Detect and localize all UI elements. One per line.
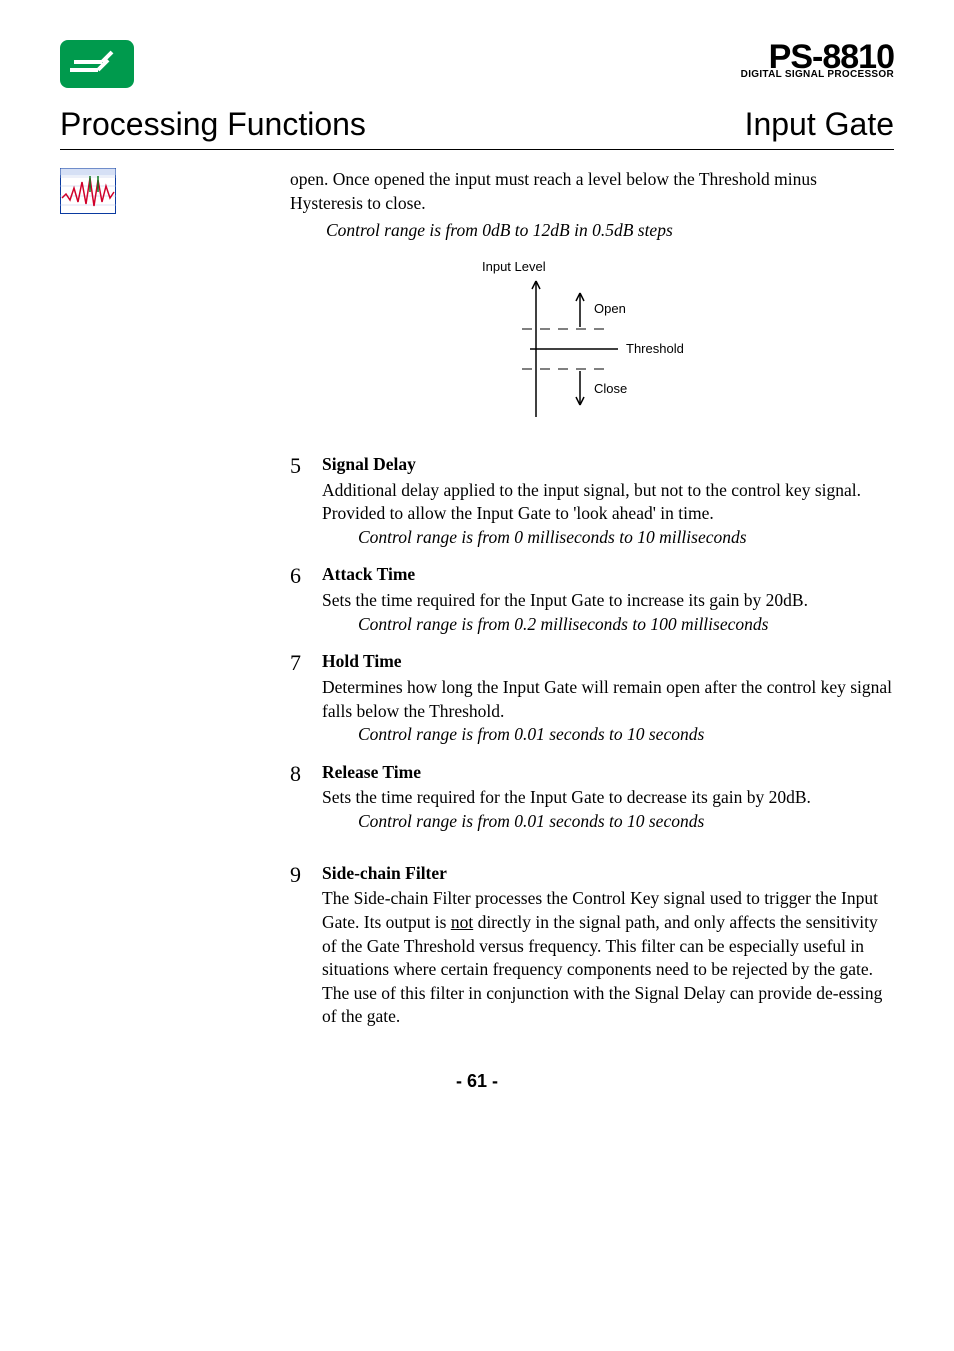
page-root: PS-8810 DIGITAL SIGNAL PROCESSOR Process…: [0, 0, 954, 1122]
intro-text: open. Once opened the input must reach a…: [290, 168, 894, 215]
item-range: Control range is from 0 milliseconds to …: [358, 526, 894, 550]
item-signal-delay: 5 Signal Delay Additional delay applied …: [290, 453, 894, 550]
section-title-right: Input Gate: [745, 106, 894, 143]
item-number: 9: [290, 862, 322, 1029]
item-title: Side-chain Filter: [322, 862, 894, 886]
item-desc-underline: not: [451, 912, 473, 932]
item-range: Control range is from 0.2 milliseconds t…: [358, 613, 894, 637]
item-release-time: 8 Release Time Sets the time required fo…: [290, 761, 894, 834]
right-column: open. Once opened the input must reach a…: [290, 168, 894, 1029]
product-logo: PS-8810 DIGITAL SIGNAL PROCESSOR: [741, 40, 894, 80]
item-body: Release Time Sets the time required for …: [322, 761, 894, 834]
item-number: 5: [290, 453, 322, 550]
product-subtitle: DIGITAL SIGNAL PROCESSOR: [741, 70, 894, 80]
left-column: [60, 168, 290, 1029]
waveform-icon: [60, 168, 116, 214]
item-title: Signal Delay: [322, 453, 894, 477]
page-number: - 61 -: [60, 1071, 894, 1092]
diagram-label-close: Close: [594, 381, 627, 396]
header-row: PS-8810 DIGITAL SIGNAL PROCESSOR: [60, 40, 894, 88]
diagram-caption: Input Level: [482, 259, 546, 274]
brand-logo-icon: [60, 40, 134, 88]
threshold-diagram: Input Level Open Threshold Close: [290, 257, 894, 427]
item-hold-time: 7 Hold Time Determines how long the Inpu…: [290, 650, 894, 747]
item-title: Hold Time: [322, 650, 894, 674]
item-desc: Sets the time required for the Input Gat…: [322, 786, 894, 810]
intro-range: Control range is from 0dB to 12dB in 0.5…: [326, 219, 894, 243]
item-desc: Additional delay applied to the input si…: [322, 479, 894, 526]
item-side-chain-filter: 9 Side-chain Filter The Side-chain Filte…: [290, 862, 894, 1029]
diagram-label-threshold: Threshold: [626, 341, 684, 356]
section-title-left: Processing Functions: [60, 106, 366, 143]
item-body: Hold Time Determines how long the Input …: [322, 650, 894, 747]
item-body: Side-chain Filter The Side-chain Filter …: [322, 862, 894, 1029]
item-desc: Determines how long the Input Gate will …: [322, 676, 894, 723]
item-number: 7: [290, 650, 322, 747]
diagram-label-open: Open: [594, 301, 626, 316]
item-body: Attack Time Sets the time required for t…: [322, 563, 894, 636]
item-number: 6: [290, 563, 322, 636]
item-range: Control range is from 0.01 seconds to 10…: [358, 810, 894, 834]
item-desc: Sets the time required for the Input Gat…: [322, 589, 894, 613]
item-number: 8: [290, 761, 322, 834]
title-rule: [60, 149, 894, 150]
title-row: Processing Functions Input Gate: [60, 106, 894, 143]
item-title: Release Time: [322, 761, 894, 785]
item-body: Signal Delay Additional delay applied to…: [322, 453, 894, 550]
item-attack-time: 6 Attack Time Sets the time required for…: [290, 563, 894, 636]
item-title: Attack Time: [322, 563, 894, 587]
content: open. Once opened the input must reach a…: [60, 168, 894, 1029]
item-range: Control range is from 0.01 seconds to 10…: [358, 723, 894, 747]
item-desc: The Side-chain Filter processes the Cont…: [322, 887, 894, 1029]
